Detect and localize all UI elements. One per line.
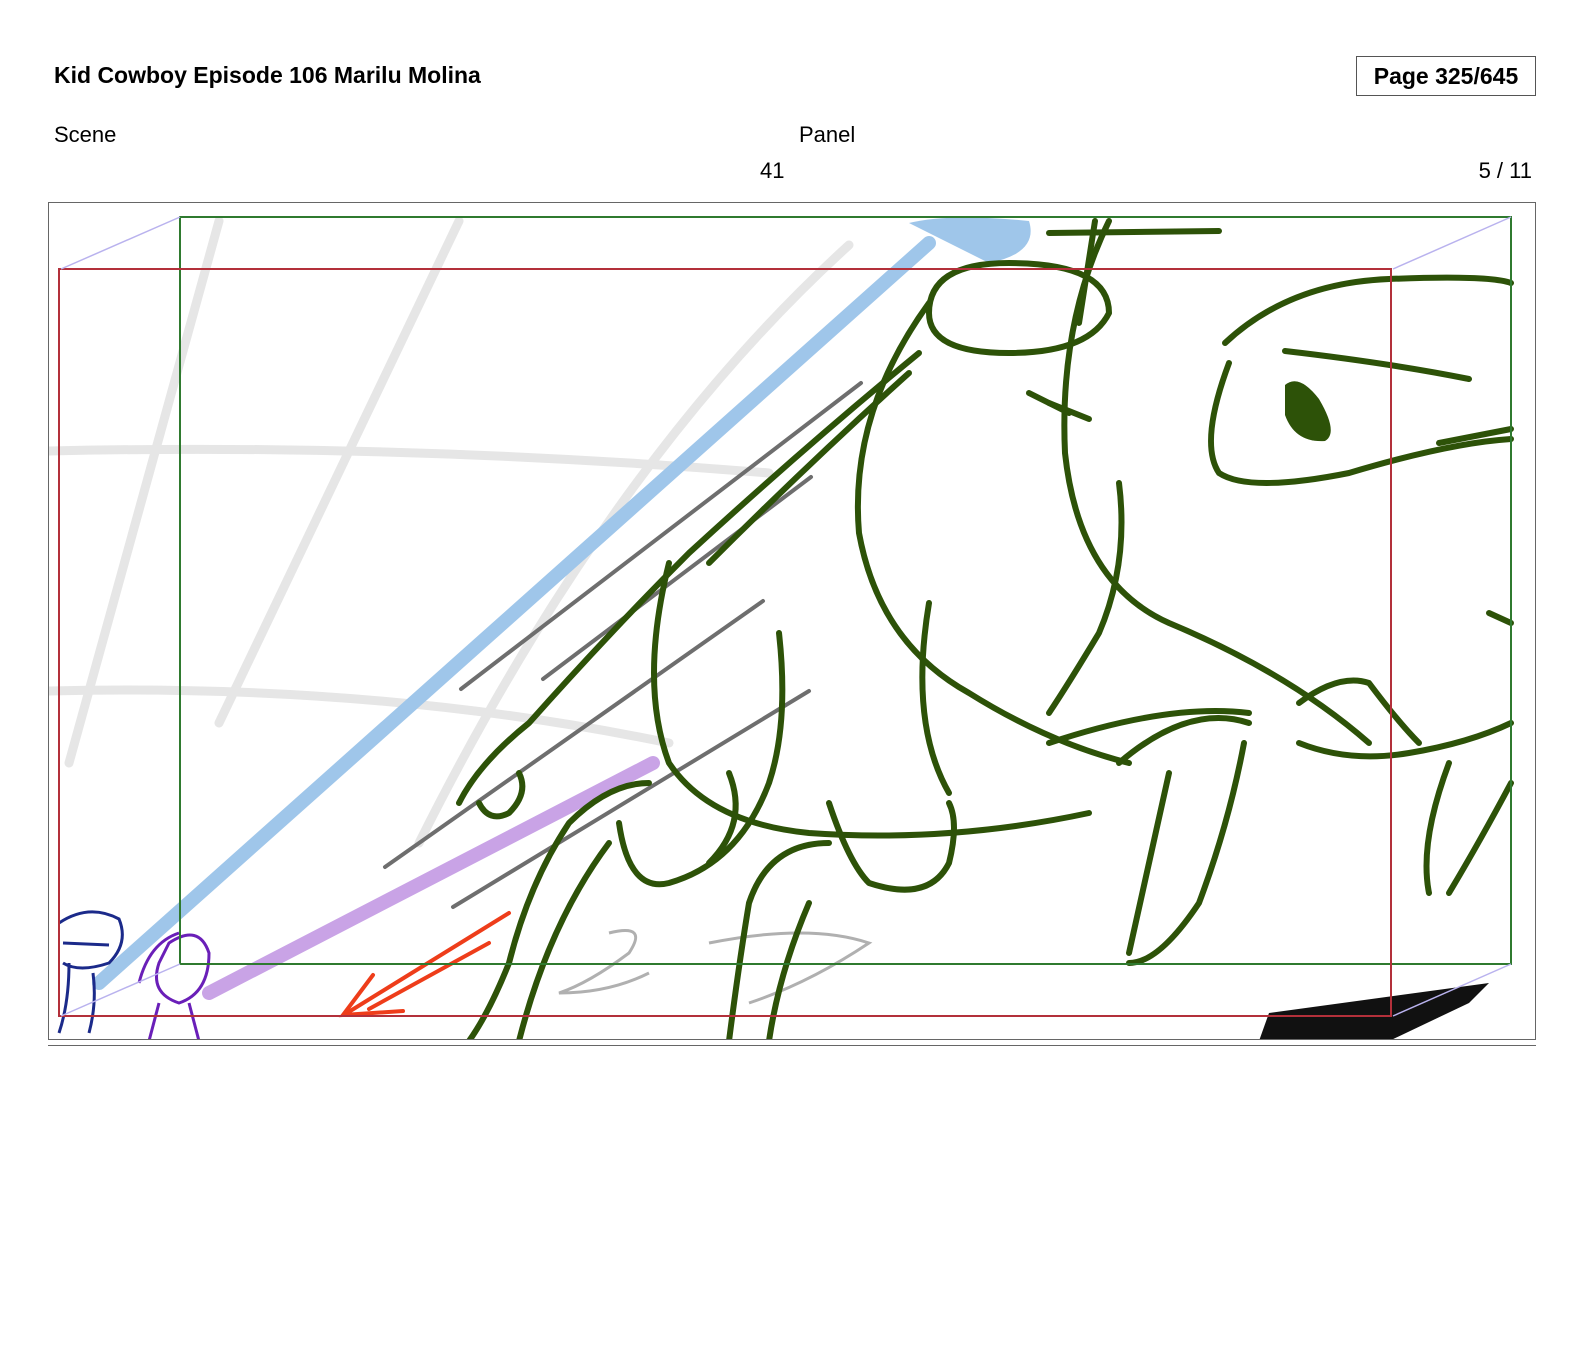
page-indicator: Page 325/645	[1356, 56, 1536, 96]
panel-divider	[48, 1045, 1536, 1046]
storyboard-panel-frame	[48, 202, 1536, 1040]
scene-number: 41	[760, 158, 785, 183]
panel-label: Panel	[799, 122, 856, 147]
storyboard-sketch	[49, 216, 1514, 1039]
scene-label: Scene	[54, 122, 117, 147]
panel-number: 5 / 11	[1478, 158, 1532, 183]
document-title: Kid Cowboy Episode 106 Marilu Molina	[54, 62, 481, 88]
